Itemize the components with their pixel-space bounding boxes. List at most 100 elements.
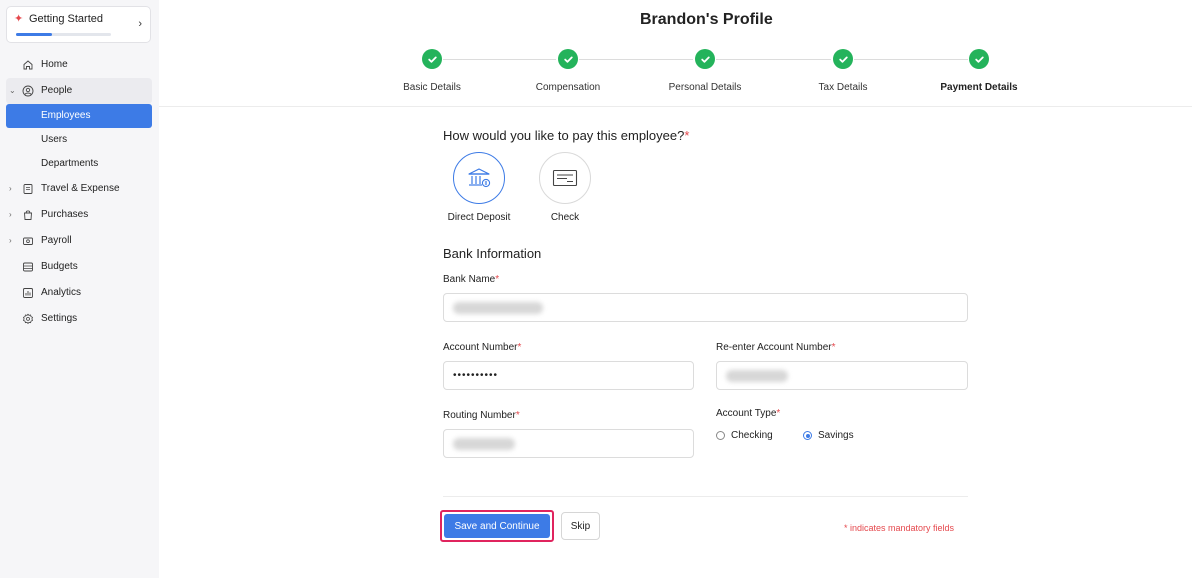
chevron-right-icon: › <box>9 236 12 245</box>
sidebar: ✦ Getting Started › Home ⌄ People Employ… <box>0 0 159 578</box>
chevron-down-icon: ⌄ <box>9 86 16 95</box>
routing-number-input[interactable] <box>443 429 694 458</box>
reenter-account-number-label-text: Re-enter Account Number <box>716 342 832 353</box>
direct-deposit-option[interactable] <box>453 152 505 204</box>
step-tax-details-check-icon[interactable] <box>833 49 853 69</box>
mandatory-fields-note: * indicates mandatory fields <box>844 523 955 533</box>
sidebar-item-label: Payroll <box>41 235 72 246</box>
getting-started-card[interactable]: ✦ Getting Started › <box>6 6 151 43</box>
direct-deposit-label[interactable]: Direct Deposit <box>448 212 511 223</box>
sidebar-item-label: Purchases <box>41 209 89 220</box>
sidebar-item-label: People <box>41 85 73 96</box>
getting-started-label: Getting Started <box>29 13 103 25</box>
sidebar-item-label: Employees <box>41 110 91 121</box>
skip-button[interactable]: Skip <box>561 512 600 540</box>
getting-started-progress-fill <box>16 33 53 36</box>
account-type-label-text: Account Type <box>716 408 777 419</box>
routing-number-label-text: Routing Number <box>443 410 516 421</box>
reenter-account-number-input[interactable] <box>716 361 968 390</box>
step-connector <box>716 59 831 60</box>
sidebar-item-payroll[interactable]: › Payroll <box>0 228 159 254</box>
blurred-value <box>453 302 543 314</box>
chevron-right-icon: › <box>9 210 12 219</box>
savings-radio[interactable] <box>803 431 812 440</box>
step-label-personal-details[interactable]: Personal Details <box>669 82 742 93</box>
sidebar-item-departments[interactable]: Departments <box>0 152 159 176</box>
bank-information-title: Bank Information <box>443 246 542 261</box>
required-mark: * <box>831 342 836 353</box>
step-personal-details-check-icon[interactable] <box>695 49 715 69</box>
account-number-input[interactable]: •••••••••• <box>443 361 694 390</box>
payment-method-question: How would you like to pay this employee?… <box>443 128 689 143</box>
sidebar-item-label: Analytics <box>41 287 82 298</box>
sidebar-item-home[interactable]: Home <box>0 52 159 78</box>
required-mark: * <box>515 410 520 421</box>
step-connector <box>579 59 693 60</box>
sidebar-item-users[interactable]: Users <box>0 128 159 152</box>
bag-icon <box>24 210 32 220</box>
step-payment-details-check-icon[interactable] <box>969 49 989 69</box>
account-type-label: Account Type* <box>716 408 780 419</box>
step-connector <box>854 59 968 60</box>
step-compensation-check-icon[interactable] <box>558 49 578 69</box>
reenter-account-number-label: Re-enter Account Number* <box>716 342 836 353</box>
save-and-continue-button[interactable]: Save and Continue <box>444 514 550 538</box>
home-icon <box>23 60 33 70</box>
check-icon <box>552 169 578 187</box>
sidebar-item-analytics[interactable]: Analytics <box>0 280 159 306</box>
step-label-compensation[interactable]: Compensation <box>536 82 600 93</box>
required-mark: * <box>776 408 781 419</box>
sidebar-nav: Home ⌄ People Employees Users Department… <box>0 52 159 332</box>
step-label-payment-details[interactable]: Payment Details <box>940 82 1017 93</box>
money-icon <box>23 237 33 245</box>
header-divider <box>159 106 1192 107</box>
chart-icon <box>23 288 33 298</box>
check-label[interactable]: Check <box>551 212 579 223</box>
account-number-label-text: Account Number <box>443 342 518 353</box>
sidebar-item-label: Travel & Expense <box>41 183 120 194</box>
form-divider <box>443 496 968 497</box>
page-title: Brandon's Profile <box>640 11 773 28</box>
sidebar-item-label: Home <box>41 59 68 70</box>
chevron-right-icon: › <box>138 18 142 30</box>
step-label-tax-details[interactable]: Tax Details <box>819 82 868 93</box>
bank-name-input[interactable] <box>443 293 968 322</box>
sidebar-item-travel-expense[interactable]: › Travel & Expense <box>0 176 159 202</box>
sidebar-item-label: Departments <box>41 158 99 169</box>
blurred-value <box>453 438 515 450</box>
bank-icon <box>468 168 491 188</box>
sidebar-item-settings[interactable]: Settings <box>0 306 159 332</box>
sparkle-icon: ✦ <box>14 13 24 25</box>
sidebar-item-budgets[interactable]: Budgets <box>0 254 159 280</box>
receipt-icon <box>23 184 33 194</box>
sidebar-item-label: Budgets <box>41 261 78 272</box>
blurred-value <box>726 370 788 382</box>
sidebar-item-label: Settings <box>41 313 78 324</box>
user-circle-icon <box>22 85 34 97</box>
sidebar-item-purchases[interactable]: › Purchases <box>0 202 159 228</box>
bank-name-label: Bank Name* <box>443 274 499 285</box>
chevron-right-icon: › <box>9 184 12 193</box>
payment-method-question-text: How would you like to pay this employee? <box>443 128 685 143</box>
step-label-basic-details[interactable]: Basic Details <box>403 82 461 93</box>
account-number-value: •••••••••• <box>453 370 499 381</box>
getting-started-progress <box>16 33 111 36</box>
gear-icon <box>22 313 34 325</box>
account-type-checking[interactable]: Checking <box>716 430 773 441</box>
sidebar-item-label: Users <box>41 134 68 145</box>
sidebar-item-people[interactable]: ⌄ People <box>6 78 152 104</box>
account-number-label: Account Number* <box>443 342 521 353</box>
savings-label: Savings <box>818 430 854 441</box>
required-mark: * <box>517 342 522 353</box>
account-type-savings[interactable]: Savings <box>803 430 854 441</box>
check-option[interactable] <box>539 152 591 204</box>
required-mark: * <box>684 128 690 143</box>
checking-label: Checking <box>731 430 773 441</box>
step-connector <box>443 59 556 60</box>
bank-name-label-text: Bank Name <box>443 274 496 285</box>
budget-icon <box>23 262 33 272</box>
step-basic-details-check-icon[interactable] <box>422 49 442 69</box>
sidebar-item-employees[interactable]: Employees <box>6 104 152 128</box>
checking-radio[interactable] <box>716 431 725 440</box>
routing-number-label: Routing Number* <box>443 410 520 421</box>
